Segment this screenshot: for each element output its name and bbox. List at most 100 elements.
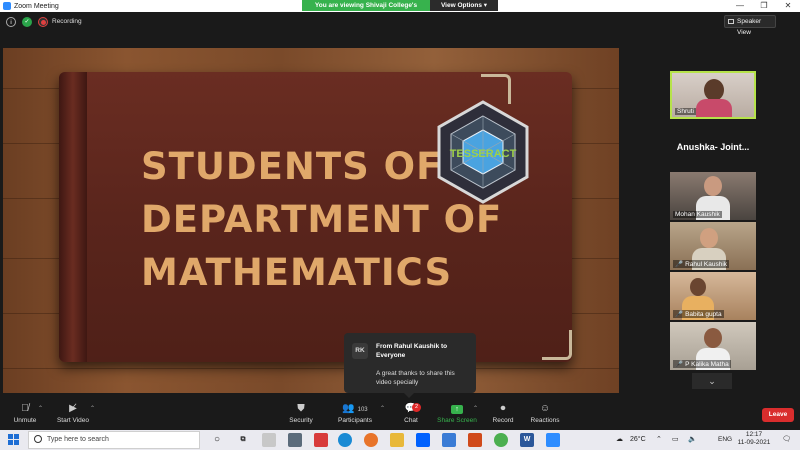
sender-avatar: RK (352, 343, 368, 359)
weather-temp[interactable]: 26°C (630, 433, 646, 447)
shield-icon: ⛊ (297, 403, 305, 414)
search-icon (34, 435, 42, 443)
chat-button[interactable]: 💬 Chat (386, 402, 436, 428)
volume-icon[interactable]: 🔈 (688, 433, 697, 447)
speaker-view-button[interactable]: Speaker View (724, 15, 776, 36)
close-button[interactable]: ✕ (776, 0, 800, 12)
grid-icon (728, 19, 734, 24)
chrome-icon[interactable] (494, 433, 508, 447)
mic-muted-icon: 🎤 (675, 261, 684, 268)
network-icon[interactable]: ▭ (672, 433, 679, 447)
edge-icon[interactable] (338, 433, 352, 447)
word-icon[interactable]: W (520, 433, 534, 447)
participant-avatar (700, 228, 718, 248)
app-icon[interactable] (262, 433, 276, 447)
notifications-icon[interactable]: 🗨 (782, 433, 791, 447)
book-corner-bottom-right (542, 330, 572, 360)
participant-clothing (696, 99, 732, 117)
zoom-taskbar-icon[interactable] (546, 433, 560, 447)
calculator-icon[interactable] (288, 433, 302, 447)
participant-tile[interactable]: 🎤 P Kalika Matha (670, 322, 756, 370)
participant-name-text: P Kalika Matha (685, 361, 729, 368)
participant-tile-no-video[interactable]: Anushka- Joint... (670, 125, 756, 169)
file-explorer-icon[interactable] (390, 433, 404, 447)
participant-tile[interactable]: 🎤 Babita gupta (670, 272, 756, 320)
chat-label: Chat (404, 417, 418, 424)
chat-message: A great thanks to share this video speci… (376, 370, 455, 386)
participant-tile[interactable]: 🎤 Rahul Kaushik (670, 222, 756, 270)
participants-count: 103 (357, 407, 368, 413)
language-indicator[interactable]: ENG (718, 433, 732, 447)
participant-tile[interactable]: Mohan Kaushik (670, 172, 756, 220)
meeting-top-strip (0, 12, 800, 32)
logo-text: TESSERACT (450, 148, 517, 160)
share-banner-message: You are viewing Shivaji College's screen (302, 0, 430, 20)
dropbox-icon[interactable] (416, 433, 430, 447)
participant-avatar (704, 328, 722, 348)
task-view-icon[interactable]: ⧉ (236, 433, 250, 447)
tray-chevron-icon[interactable]: ⌃ (656, 433, 662, 447)
clock-time: 12:17 (745, 431, 763, 438)
recording-icon (38, 17, 48, 27)
taskbar-search[interactable]: Type here to search (28, 431, 200, 449)
participant-name: 🎤 P Kalika Matha (673, 360, 731, 368)
share-banner: You are viewing Shivaji College's screen… (302, 0, 498, 20)
shared-screen[interactable]: STUDENTS OF DEPARTMENT OF MATHEMATICS TE… (3, 48, 619, 393)
search-placeholder: Type here to search (47, 436, 109, 443)
leave-button[interactable]: Leave (762, 408, 794, 422)
tesseract-logo: TESSERACT (437, 100, 529, 204)
participant-name: Shruti (675, 108, 696, 115)
reactions-label: Reactions (530, 417, 560, 424)
window-title: Zoom Meeting (14, 2, 59, 10)
audio-options-caret[interactable]: ⌃ (38, 405, 43, 412)
office-icon[interactable] (468, 433, 482, 447)
mic-muted-icon: 🎤 (675, 311, 684, 318)
participant-name-text: Babita gupta (685, 311, 722, 318)
participants-options-caret[interactable]: ⌃ (380, 405, 385, 412)
recording-label: Recording (52, 18, 82, 25)
app-icon[interactable] (314, 433, 328, 447)
chat-notification[interactable]: RK From Rahul Kaushik to Everyone A grea… (344, 333, 476, 398)
chat-icon: 💬 (404, 403, 418, 414)
clock-date: 11-09-2021 (737, 439, 771, 446)
participant-tile[interactable]: Shruti (670, 71, 756, 119)
participant-name: Mohan Kaushik (673, 211, 722, 218)
scroll-down-button[interactable]: ⌄ (692, 373, 732, 389)
participant-avatar (704, 176, 722, 196)
participant-name: 🎤 Babita gupta (673, 310, 724, 318)
participants-label: Participants (338, 417, 372, 424)
mic-muted-icon: 🎤 (675, 361, 684, 368)
video-options-caret[interactable]: ⌃ (90, 405, 95, 412)
participants-button[interactable]: 👥 103 Participants (330, 402, 380, 428)
start-video-label: Start Video (56, 417, 90, 424)
chevron-down-icon: ⌄ (708, 376, 716, 386)
maximize-button[interactable]: ❐ (752, 0, 776, 12)
chat-unread-badge: 2 (412, 403, 421, 412)
slide-book-spine (59, 72, 87, 362)
firefox-icon[interactable] (364, 433, 378, 447)
taskbar-clock[interactable]: 12:17 11-09-2021 (736, 431, 772, 447)
app-icon[interactable] (442, 433, 456, 447)
speaker-view-label: Speaker View (737, 18, 762, 36)
weather-icon[interactable]: ☁ (616, 433, 623, 447)
zoom-app-icon (3, 2, 11, 10)
cortana-icon[interactable]: ○ (210, 433, 224, 447)
participant-name: 🎤 Rahul Kaushik (673, 260, 730, 268)
chat-sender: From Rahul Kaushik to Everyone (376, 343, 448, 359)
view-options-button[interactable]: View Options ▾ (430, 0, 498, 11)
participant-avatar (704, 79, 724, 101)
reactions-icon: ☺ (539, 403, 551, 414)
participant-avatar (690, 278, 706, 296)
share-screen-label: Share Screen (437, 417, 477, 424)
security-label: Security (289, 417, 313, 424)
info-icon[interactable]: i (6, 17, 16, 27)
minimize-button[interactable]: — (728, 0, 752, 12)
security-button[interactable]: ⛊ Security (276, 402, 326, 428)
unmute-label: Unmute (13, 417, 37, 424)
shield-icon[interactable]: ✓ (22, 17, 32, 27)
reactions-button[interactable]: ☺ Reactions (520, 402, 570, 428)
slide-title-line: MATHEMATICS (141, 251, 453, 294)
participant-name-text: Rahul Kaushik (685, 261, 728, 268)
participants-icon: 👥 103 (342, 403, 368, 414)
windows-start-button[interactable] (8, 434, 20, 446)
